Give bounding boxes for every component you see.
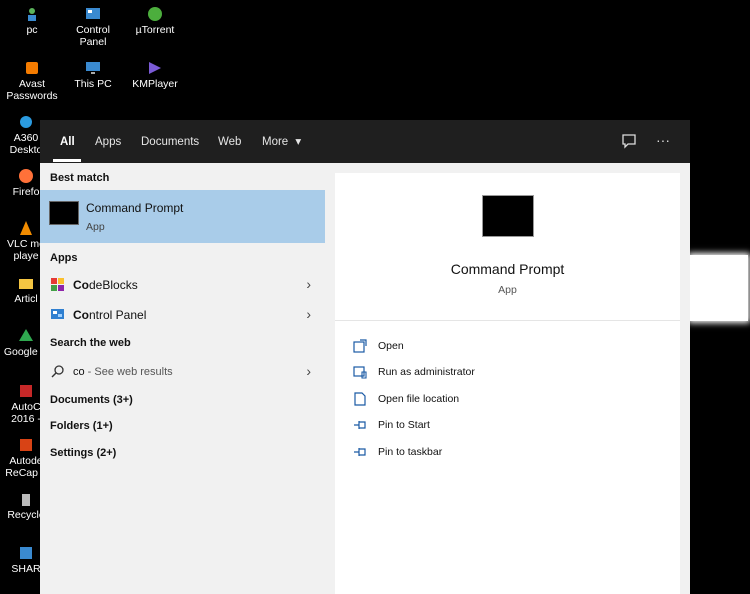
chevron-down-icon: ▾ [295, 136, 302, 148]
firefox-icon [19, 169, 33, 183]
search-icon [51, 365, 64, 378]
chevron-right-icon[interactable]: › [306, 306, 311, 322]
kmplayer-icon [149, 62, 161, 74]
recycle-bin-icon [22, 494, 30, 506]
chevron-right-icon[interactable]: › [306, 363, 311, 379]
monitor-icon [86, 62, 100, 74]
chevron-right-icon[interactable]: › [306, 276, 311, 292]
action-label: Pin to Start [378, 419, 430, 431]
tab-documents[interactable]: Documents [141, 120, 199, 163]
utorrent-icon [148, 7, 162, 21]
vlc-icon [20, 221, 32, 235]
avast-icon [26, 62, 38, 74]
action-label: Run as administrator [378, 366, 475, 378]
shield-icon [353, 366, 367, 379]
web-search-item[interactable]: co - See web results › [40, 358, 325, 386]
pin-icon [354, 448, 366, 456]
background-window-glow [690, 255, 748, 321]
command-prompt-large-icon [482, 195, 534, 237]
result-label: Control Panel [73, 308, 146, 322]
recap-icon [20, 439, 32, 451]
desktop-icon-kmplayer[interactable]: KMPlayer [123, 60, 187, 90]
best-match-title: Command Prompt [86, 201, 184, 215]
preview-pane: Command Prompt App Open Run as administr… [325, 163, 690, 594]
web-query: co [73, 366, 85, 378]
desktop-icon-avast[interactable]: Avast Passwords [0, 60, 64, 102]
desktop-icon-pc[interactable]: pc [0, 6, 64, 36]
result-label-rest: ntrol Panel [89, 308, 147, 322]
match-highlight: Co [73, 278, 89, 292]
folders-category[interactable]: Folders (1+) [50, 420, 113, 432]
search-panel: All Apps Documents Web More ▾ ··· Best m… [40, 120, 690, 594]
active-tab-indicator [53, 159, 81, 162]
control-panel-icon [51, 309, 64, 319]
divider [335, 320, 680, 321]
command-prompt-icon [49, 201, 79, 225]
preview-title: Command Prompt [450, 261, 565, 277]
desktop-icon-control-panel[interactable]: Control Panel [61, 6, 125, 48]
tab-more[interactable]: More ▾ [262, 120, 301, 163]
google-drive-icon [19, 329, 33, 341]
desktop-icon-label: Avast Passwords [6, 78, 58, 102]
apps-header: Apps [50, 252, 78, 264]
desktop-icon-label: µTorrent [135, 24, 175, 36]
file-icon [354, 392, 366, 406]
control-panel-icon [86, 8, 100, 19]
folder-icon [19, 279, 33, 289]
preview-card: Command Prompt App Open Run as administr… [335, 173, 680, 594]
user-icon [28, 8, 36, 21]
open-icon [353, 339, 367, 353]
match-highlight: Co [73, 308, 89, 322]
search-tabs-bar: All Apps Documents Web More ▾ ··· [40, 120, 690, 163]
documents-category[interactable]: Documents (3+) [50, 394, 133, 406]
result-item-codeblocks[interactable]: CodeBlocks › [40, 271, 325, 299]
web-suffix: - See web results [84, 366, 173, 378]
best-match-subtitle: App [86, 221, 105, 233]
tab-apps[interactable]: Apps [95, 120, 121, 163]
best-match-item[interactable]: Command Prompt App [40, 190, 325, 243]
tab-all[interactable]: All [60, 120, 75, 163]
settings-category[interactable]: Settings (2+) [50, 447, 116, 459]
results-list: Best match Command Prompt App Apps CodeB… [40, 163, 325, 594]
result-item-control-panel[interactable]: Control Panel › [40, 301, 325, 329]
preview-subtitle: App [498, 284, 517, 296]
action-label: Open file location [378, 393, 460, 405]
desktop-icon-label: KMPlayer [132, 78, 178, 90]
desktop-icon-label: pc [26, 24, 38, 36]
autocad-icon [20, 385, 32, 397]
tab-web[interactable]: Web [218, 120, 241, 163]
pin-icon [354, 421, 366, 429]
more-options-icon[interactable]: ··· [654, 131, 672, 149]
best-match-header: Best match [50, 172, 110, 184]
result-label: CodeBlocks [73, 278, 138, 292]
search-web-header: Search the web [50, 337, 131, 349]
feedback-icon[interactable] [620, 132, 638, 150]
codeblocks-icon [51, 278, 64, 291]
action-label: Pin to taskbar [378, 446, 443, 458]
desktop-icon-utorrent[interactable]: µTorrent [123, 6, 187, 36]
desktop-icon-label: This PC [74, 78, 112, 90]
action-label: Open [378, 340, 404, 352]
desktop-icon-this-pc[interactable]: This PC [61, 60, 125, 90]
a360-icon [20, 116, 32, 128]
result-label-rest: deBlocks [89, 278, 138, 292]
tab-more-label: More [262, 136, 289, 148]
web-search-label: co - See web results [73, 366, 173, 378]
share-icon [20, 547, 32, 559]
desktop-icon-label: Control Panel [76, 24, 110, 48]
